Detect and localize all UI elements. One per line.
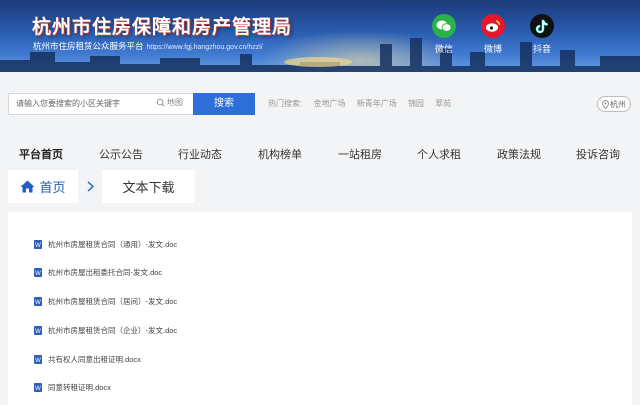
weibo-icon <box>481 14 505 38</box>
file-item[interactable]: W 同意转租证明.docx <box>34 382 111 393</box>
file-name: 杭州市房屋出租委托合同-发文.doc <box>48 268 163 277</box>
svg-text:W: W <box>35 300 41 306</box>
svg-text:W: W <box>35 358 41 364</box>
breadcrumb-current: 文本下载 <box>102 170 195 203</box>
main-nav: 平台首页 公示公告 行业动态 机构榜单 一站租房 个人求租 政策法规 投诉咨询 <box>0 134 640 170</box>
chevron-right-icon <box>78 170 102 203</box>
file-item[interactable]: W 杭州市房屋租赁合同（居间）-发文.doc <box>34 296 177 307</box>
breadcrumb-home[interactable]: 首页 <box>8 170 78 203</box>
file-item[interactable]: W 共有权人同意出租证明.docx <box>34 354 141 365</box>
file-name: 杭州市房屋租赁合同（通用）-发文.doc <box>48 240 178 249</box>
map-label: 地图 <box>167 98 183 107</box>
city-label: 杭州 <box>610 99 626 109</box>
search-bar: 请输入您要搜索的小区关键字 地图 搜索 热门搜索: 金地广场 新青年广场 锦园 … <box>0 72 640 134</box>
wechat-link[interactable]: 微信 <box>429 14 459 55</box>
weibo-link[interactable]: 微博 <box>478 14 508 55</box>
douyin-label: 抖音 <box>532 44 551 54</box>
file-name: 共有权人同意出租证明.docx <box>48 355 141 364</box>
word-doc-icon: W <box>34 383 42 392</box>
file-item[interactable]: W 杭州市房屋租赁合同（通用）-发文.doc <box>34 239 177 250</box>
map-pin-icon <box>156 98 165 107</box>
home-icon <box>20 180 35 193</box>
hot-term[interactable]: 新青年广场 <box>357 99 397 108</box>
word-doc-icon: W <box>34 268 42 277</box>
search-button[interactable]: 搜索 <box>193 93 255 115</box>
site-banner: 杭州市住房保障和房产管理局 杭州市住房租赁公众服务平台 https://www.f… <box>0 0 640 72</box>
map-link[interactable]: 地图 <box>156 97 183 108</box>
site-subtitle: 杭州市住房租赁公众服务平台 https://www.fgj.hangzhou.go… <box>33 40 263 52</box>
location-pin-icon <box>602 99 609 109</box>
hot-term[interactable]: 翠苑 <box>435 99 451 108</box>
file-name: 杭州市房屋租赁合同（居间）-发文.doc <box>48 297 178 306</box>
word-doc-icon: W <box>34 297 42 306</box>
word-doc-icon: W <box>34 326 42 335</box>
hot-term[interactable]: 锦园 <box>408 99 424 108</box>
breadcrumb-home-label: 首页 <box>39 180 66 195</box>
hot-term[interactable]: 金地广场 <box>313 99 345 108</box>
svg-text:W: W <box>35 271 41 277</box>
nav-complaints[interactable]: 投诉咨询 <box>576 146 620 162</box>
nav-announcements[interactable]: 公示公告 <box>99 146 143 162</box>
download-list: W 杭州市房屋租赁合同（通用）-发文.doc W 杭州市房屋出租委托合同-发文.… <box>8 212 632 405</box>
nav-industry-news[interactable]: 行业动态 <box>178 146 222 162</box>
word-doc-icon: W <box>34 240 42 249</box>
svg-text:W: W <box>35 386 41 392</box>
douyin-icon <box>530 14 554 38</box>
douyin-link[interactable]: 抖音 <box>527 14 557 55</box>
wechat-icon <box>432 14 456 38</box>
nav-policies[interactable]: 政策法规 <box>497 146 541 162</box>
hot-search-label: 热门搜索: <box>268 99 303 108</box>
file-item[interactable]: W 杭州市房屋出租委托合同-发文.doc <box>34 267 162 278</box>
file-name: 同意转租证明.docx <box>48 383 111 392</box>
nav-personal-request[interactable]: 个人求租 <box>417 146 461 162</box>
weibo-label: 微博 <box>483 44 502 54</box>
site-url[interactable]: https://www.fgj.hangzhou.gov.cn/hzzl/ <box>147 44 263 51</box>
nav-home[interactable]: 平台首页 <box>19 146 63 162</box>
site-title: 杭州市住房保障和房产管理局 <box>32 17 293 38</box>
file-item[interactable]: W 杭州市房屋租赁合同（企业）-发文.doc <box>34 325 177 336</box>
city-selector[interactable]: 杭州 <box>597 96 631 112</box>
wechat-label: 微信 <box>434 44 453 54</box>
file-name: 杭州市房屋租赁合同（企业）-发文.doc <box>48 326 178 335</box>
nav-agency-rankings[interactable]: 机构榜单 <box>258 146 302 162</box>
svg-text:W: W <box>35 329 41 335</box>
nav-one-stop-rental[interactable]: 一站租房 <box>338 146 382 162</box>
word-doc-icon: W <box>34 355 42 364</box>
subtitle-text: 杭州市住房租赁公众服务平台 <box>33 41 144 51</box>
hot-search: 热门搜索: 金地广场 新青年广场 锦园 翠苑 <box>268 98 460 109</box>
breadcrumb: 首页 文本下载 <box>8 170 195 203</box>
svg-text:W: W <box>35 243 41 249</box>
